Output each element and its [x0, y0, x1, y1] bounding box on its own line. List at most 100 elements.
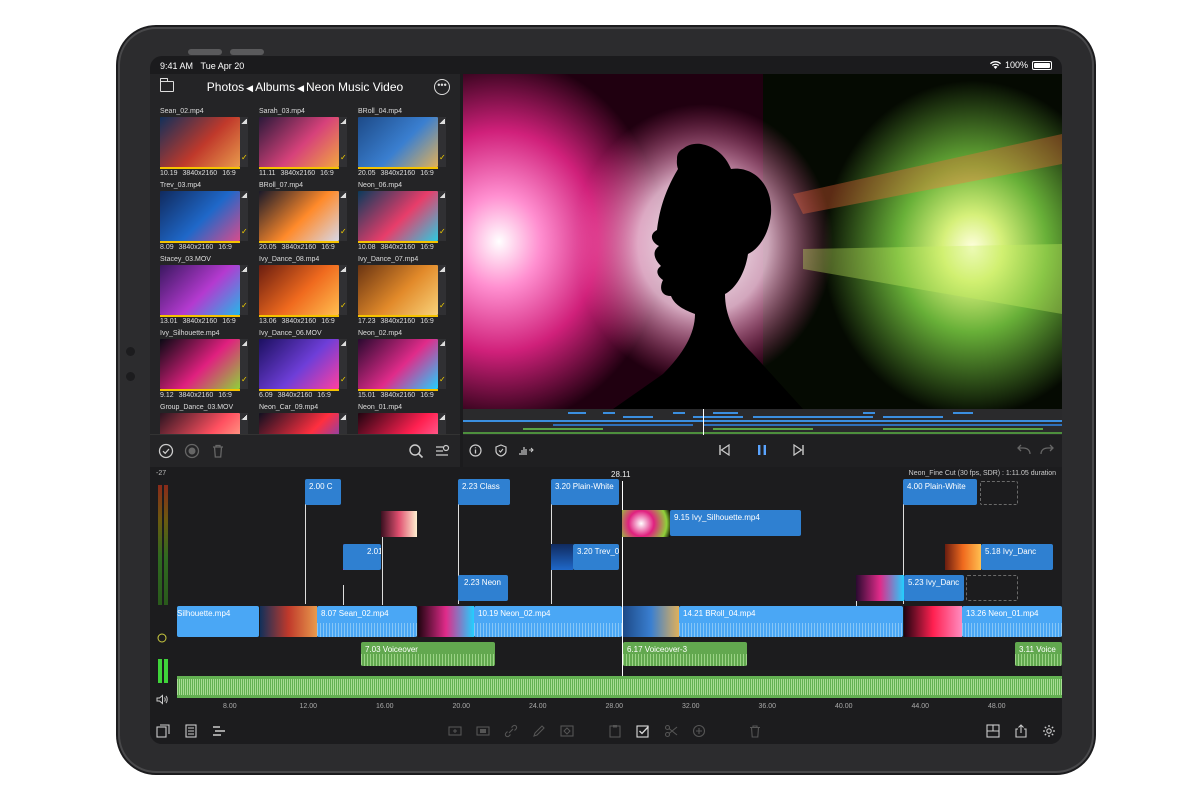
trash-icon[interactable] — [210, 443, 226, 459]
clip-thumbnail[interactable] — [381, 511, 417, 537]
clipboard-icon[interactable] — [608, 724, 622, 738]
connected-clip[interactable]: 3.20 Trev_03.m — [573, 544, 619, 570]
clip-thumbnail[interactable] — [259, 191, 339, 241]
skip-back-icon[interactable] — [718, 444, 730, 456]
title-clip[interactable]: 2.23 Class — [458, 479, 510, 505]
share-icon[interactable] — [1014, 724, 1028, 738]
voiceover-clip[interactable]: 3.11 Voice — [1015, 642, 1062, 666]
checkmark-icon: ✓ — [241, 375, 248, 384]
connected-clip[interactable]: 5.18 Ivy_Danc — [981, 544, 1053, 570]
breadcrumb-albums[interactable]: Albums — [255, 80, 295, 94]
undo-icon[interactable] — [1016, 444, 1032, 456]
search-icon[interactable] — [408, 443, 424, 459]
title-clip[interactable]: 2.00 C — [305, 479, 341, 505]
clip-thumbnail[interactable] — [622, 510, 670, 537]
mini-timeline[interactable] — [463, 409, 1062, 435]
clip-thumbnail[interactable] — [259, 117, 339, 167]
ruler-tick-label: 8.00 — [223, 703, 237, 710]
clip-tile[interactable]: Ivy_Dance_06.MOV ✓ 6.09 3840x2160 16:9 — [259, 329, 347, 401]
speaker-icon[interactable] — [156, 694, 168, 705]
timeline-tracks[interactable]: 28.11 Neon_Fine Cut (30 fps, SDR) : 1:11… — [177, 467, 1062, 720]
empty-placeholder[interactable] — [980, 481, 1018, 505]
keyframe-icon[interactable] — [560, 724, 574, 738]
pencil-icon[interactable] — [532, 724, 546, 738]
clip-thumbnail[interactable] — [260, 606, 317, 637]
connected-clip[interactable]: 5.23 Ivy_Danc — [904, 575, 964, 601]
clip-thumbnail[interactable] — [945, 544, 981, 570]
music-track[interactable] — [177, 676, 1062, 698]
clip-tile[interactable]: Ivy_Dance_08.mp4 ✓ 13.06 3840x2160 16:9 — [259, 255, 347, 327]
corner-mark-icon — [340, 119, 346, 124]
storyline-clip[interactable]: 10.19 Neon_02.mp4 — [474, 606, 622, 637]
storyline-clip[interactable]: Silhouette.mp4 — [177, 606, 259, 637]
clip-tile[interactable]: BRoll_04.mp4 ✓ 20.05 3840x2160 16:9 — [358, 107, 446, 179]
clip-thumbnail[interactable] — [160, 117, 240, 167]
audio-mix-icon[interactable] — [519, 444, 535, 457]
title-clip[interactable]: 3.20 Plain-White — [551, 479, 619, 505]
shield-icon[interactable] — [495, 444, 507, 457]
mini-playhead[interactable] — [703, 409, 704, 435]
time-ruler[interactable]: 8.00 12.00 16.00 20.00 24.00 28.00 32.00 36.00 4… — [177, 700, 1062, 720]
select-check-icon[interactable] — [636, 724, 650, 738]
storyline-clip[interactable]: 14.21 BRoll_04.mp4 — [679, 606, 903, 637]
connected-clip[interactable]: 9.15 Ivy_Silhouette.mp4 — [670, 510, 801, 536]
clip-tile[interactable]: Ivy_Dance_07.mp4 ✓ 17.23 3840x2160 16:9 — [358, 255, 446, 327]
import-icon[interactable] — [156, 724, 170, 738]
add-circle-icon[interactable] — [692, 724, 706, 738]
connected-clip[interactable]: 2.23 Neon — [458, 575, 508, 601]
clip-thumbnail[interactable] — [418, 606, 474, 637]
storyline-clip[interactable]: 13.26 Neon_01.mp4 — [962, 606, 1062, 637]
clip-aspect: 16:9 — [420, 392, 434, 399]
gear-icon[interactable] — [1042, 724, 1056, 738]
info-icon[interactable] — [469, 444, 482, 457]
clip-thumbnail[interactable] — [160, 339, 240, 389]
clip-thumbnail[interactable] — [259, 339, 339, 389]
clip-tile[interactable]: Neon_02.mp4 ✓ 15.01 3840x2160 16:9 — [358, 329, 446, 401]
clip-tile[interactable]: Neon_06.mp4 ✓ 10.08 3840x2160 16:9 — [358, 181, 446, 253]
clip-tile[interactable]: Trev_03.mp4 ✓ 8.09 3840x2160 16:9 — [160, 181, 248, 253]
empty-placeholder[interactable] — [966, 575, 1018, 601]
pause-icon[interactable] — [756, 444, 768, 456]
title-clip[interactable]: 4.00 Plain-White — [903, 479, 977, 505]
insert-icon[interactable] — [448, 724, 462, 738]
clip-thumbnail[interactable] — [551, 544, 573, 570]
clip-tile[interactable]: Ivy_Silhouette.mp4 ✓ 9.12 3840x2160 16:9 — [160, 329, 248, 401]
clip-thumbnail[interactable] — [358, 265, 438, 315]
clip-thumbnail[interactable] — [623, 606, 679, 637]
overwrite-icon[interactable] — [476, 724, 490, 738]
select-check-icon[interactable] — [158, 443, 174, 459]
timeline[interactable]: -27 28.11 Neon_Fine Cut (30 fps, SDR) : … — [150, 467, 1062, 720]
clip-thumbnail[interactable] — [904, 606, 962, 637]
video-viewer[interactable] — [463, 74, 1062, 409]
clip-name: BRoll_04.mp4 — [358, 108, 402, 115]
connected-clip[interactable]: 2.01 St — [343, 544, 381, 570]
voiceover-clip[interactable]: 6.17 Voiceover-3 — [623, 642, 747, 666]
clip-tile[interactable]: Stacey_03.MOV ✓ 13.01 3840x2160 16:9 — [160, 255, 248, 327]
breadcrumb-photos[interactable]: Photos — [207, 80, 244, 94]
scissors-icon[interactable] — [664, 724, 678, 738]
layout-icon[interactable] — [986, 724, 1000, 738]
record-icon[interactable] — [184, 443, 200, 459]
clip-thumbnail[interactable] — [358, 191, 438, 241]
clip-thumbnail[interactable] — [358, 117, 438, 167]
clip-thumbnail[interactable] — [358, 339, 438, 389]
trash-icon[interactable] — [748, 724, 762, 738]
more-options-icon[interactable]: ••• — [434, 79, 450, 95]
clip-tile[interactable]: Sarah_03.mp4 ✓ 11.11 3840x2160 16:9 — [259, 107, 347, 179]
skip-forward-icon[interactable] — [793, 444, 805, 456]
breadcrumb-album[interactable]: Neon Music Video — [306, 80, 403, 94]
redo-icon[interactable] — [1039, 444, 1055, 456]
folder-icon[interactable] — [160, 78, 174, 92]
clip-thumbnail[interactable] — [259, 265, 339, 315]
list-view-icon[interactable] — [184, 724, 198, 738]
track-layout-icon[interactable] — [212, 724, 226, 738]
clip-thumbnail[interactable] — [856, 575, 904, 601]
sort-icon[interactable] — [434, 443, 450, 459]
clip-thumbnail[interactable] — [160, 191, 240, 241]
voiceover-clip[interactable]: 7.03 Voiceover — [361, 642, 495, 666]
clip-tile[interactable]: Sean_02.mp4 ✓ 10.19 3840x2160 16:9 — [160, 107, 248, 179]
link-icon[interactable] — [504, 724, 518, 738]
clip-thumbnail[interactable] — [160, 265, 240, 315]
clip-tile[interactable]: BRoll_07.mp4 ✓ 20.05 3840x2160 16:9 — [259, 181, 347, 253]
storyline-clip[interactable]: 8.07 Sean_02.mp4 — [317, 606, 417, 637]
